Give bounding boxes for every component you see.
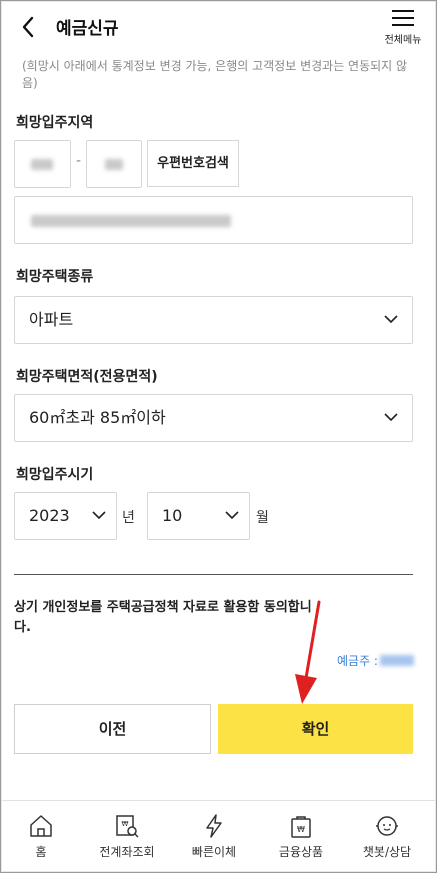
house-type-value: 아파트: [29, 310, 74, 329]
tab-all-accounts-label: 전계좌조회: [99, 845, 155, 859]
move-in-month-value: 10: [162, 506, 183, 525]
section-divider: [14, 574, 413, 575]
tab-home[interactable]: 홈: [1, 813, 81, 860]
chevron-down-icon: [225, 511, 239, 520]
house-type-select[interactable]: 아파트: [14, 296, 413, 344]
svg-text:₩: ₩: [122, 820, 129, 828]
zip-code-field-1[interactable]: [14, 140, 71, 188]
zip-search-button[interactable]: 우편번호검색: [147, 140, 239, 187]
tab-home-label: 홈: [35, 845, 47, 859]
bottom-tab-bar: 홈 ₩ 전계좌조회 빠른이체 ₩ 금융상품 챗봇/상담: [0, 800, 437, 873]
lightning-icon: [206, 814, 222, 838]
chevron-down-icon: [384, 413, 398, 422]
app-header: 예금신규 전체메뉴: [0, 0, 437, 56]
move-in-label: 희망입주시기: [16, 467, 94, 483]
account-search-icon: ₩: [116, 815, 139, 838]
month-unit: 월: [256, 510, 269, 526]
masked-value: [31, 159, 53, 170]
page-title: 예금신규: [56, 19, 119, 39]
consent-text: 상기 개인정보를 주택공급정책 자료로 활용함 동의합니다.: [14, 600, 312, 635]
annotation-arrow-icon: [295, 600, 321, 704]
masked-value: [31, 215, 231, 227]
chevron-down-icon: [384, 315, 398, 324]
house-area-value: 60㎡초과 85㎡이하: [29, 408, 166, 427]
move-in-year-value: 2023: [29, 506, 70, 525]
move-in-month-select[interactable]: 10: [147, 492, 250, 540]
tab-chatbot[interactable]: 챗봇/상담: [347, 813, 427, 860]
all-menu-button[interactable]: 전체메뉴: [379, 8, 427, 50]
region-label: 희망입주지역: [16, 115, 94, 131]
year-unit: 년: [122, 510, 135, 526]
tab-chatbot-label: 챗봇/상담: [362, 845, 412, 859]
zip-code-field-2[interactable]: [86, 140, 142, 188]
hamburger-icon: [392, 10, 414, 26]
depositor-label: 예금주 :: [337, 654, 378, 668]
tab-products-label: 금융상품: [278, 845, 324, 859]
confirm-button[interactable]: 확인: [218, 704, 413, 754]
house-area-label: 희망주택면적(전용면적): [16, 369, 158, 385]
all-menu-label: 전체메뉴: [384, 35, 422, 46]
prev-button[interactable]: 이전: [14, 704, 211, 754]
move-in-year-select[interactable]: 2023: [14, 492, 117, 540]
house-area-select[interactable]: 60㎡초과 85㎡이하: [14, 394, 413, 442]
svg-text:₩: ₩: [297, 825, 305, 834]
home-icon: [30, 815, 52, 837]
chevron-left-icon: [22, 16, 34, 38]
masked-value: [105, 159, 123, 170]
chevron-down-icon: [92, 511, 106, 520]
notice-text: (희망시 아래에서 통계정보 변경 가능, 은행의 고객정보 변경과는 연동되지…: [22, 59, 408, 90]
tab-products[interactable]: ₩ 금융상품: [261, 813, 341, 860]
chatbot-icon: [376, 816, 398, 836]
back-button[interactable]: [14, 12, 44, 42]
product-bag-icon: ₩: [291, 816, 311, 838]
house-type-label: 희망주택종류: [16, 269, 94, 285]
address-field[interactable]: [14, 196, 413, 244]
depositor-masked-name: [380, 655, 414, 666]
tab-all-accounts[interactable]: ₩ 전계좌조회: [87, 813, 167, 860]
tab-quick-transfer-label: 빠른이체: [191, 845, 237, 859]
zip-separator: -: [76, 153, 82, 169]
tab-quick-transfer[interactable]: 빠른이체: [174, 813, 254, 860]
